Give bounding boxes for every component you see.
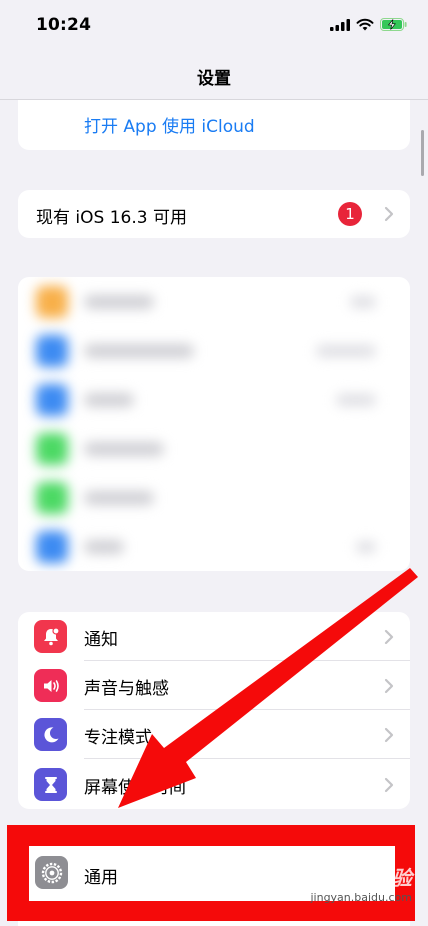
icloud-card: 打开 App 使用 iCloud bbox=[18, 100, 410, 150]
bell-icon bbox=[43, 626, 60, 645]
blurred-row bbox=[18, 424, 410, 473]
blurred-app-icon bbox=[36, 433, 68, 465]
blurred-app-icon bbox=[36, 482, 68, 514]
settings-row-label: 专注模式 bbox=[84, 728, 152, 748]
page-title: 设置 bbox=[197, 69, 231, 89]
settings-row-sounds-haptics[interactable]: 声音与触感 bbox=[18, 661, 410, 710]
notifications-icon-tile bbox=[34, 620, 67, 653]
open-app-icloud-link[interactable]: 打开 App 使用 iCloud bbox=[84, 112, 255, 137]
watermark-logo: Baidu经验 bbox=[307, 866, 412, 890]
software-update-label: 现有 iOS 16.3 可用 bbox=[36, 208, 187, 228]
status-bar: 10:24 bbox=[0, 0, 428, 54]
blurred-app-icon bbox=[36, 384, 68, 416]
chevron-right-icon bbox=[384, 678, 394, 693]
chevron-right-icon bbox=[384, 727, 394, 742]
blurred-app-icon bbox=[36, 335, 68, 367]
focus-icon-tile bbox=[34, 718, 67, 751]
blurred-app-icon bbox=[36, 531, 68, 563]
speaker-icon bbox=[43, 679, 59, 692]
settings-row-label: 声音与触感 bbox=[84, 679, 169, 699]
watermark-url: jingyan.baidu.com bbox=[310, 891, 412, 904]
chevron-right-icon bbox=[384, 777, 394, 792]
settings-row-screen-time[interactable]: 屏幕使用时间 bbox=[18, 760, 410, 809]
settings-row-focus[interactable]: 专注模式 bbox=[18, 710, 410, 759]
chevron-right-icon bbox=[384, 206, 394, 222]
blurred-app-icon bbox=[36, 286, 68, 318]
cellular-signal-icon bbox=[330, 18, 350, 31]
chevron-right-icon bbox=[384, 629, 394, 644]
sounds-icon-tile bbox=[34, 669, 67, 702]
gear-icon bbox=[41, 862, 62, 883]
settings-group: 通知 声音与触感 专注模式 屏幕使用时间 bbox=[18, 612, 410, 809]
scroll-indicator[interactable] bbox=[421, 130, 424, 176]
settings-row-notifications[interactable]: 通知 bbox=[18, 612, 410, 661]
update-badge: 1 bbox=[338, 202, 362, 226]
row-divider bbox=[84, 758, 410, 759]
settings-row-label: 通用 bbox=[84, 868, 118, 888]
settings-row-label: 通知 bbox=[84, 630, 118, 650]
hourglass-icon bbox=[44, 776, 57, 793]
moon-icon bbox=[43, 726, 58, 742]
general-icon-tile bbox=[35, 856, 68, 889]
blurred-row bbox=[18, 277, 410, 326]
blurred-row bbox=[18, 375, 410, 424]
status-icons bbox=[330, 18, 408, 31]
blurred-row bbox=[18, 522, 410, 571]
settings-row-label: 屏幕使用时间 bbox=[84, 778, 186, 798]
blurred-settings-group bbox=[18, 277, 410, 571]
blurred-row bbox=[18, 473, 410, 522]
battery-charging-icon bbox=[380, 18, 407, 31]
settings-row-partial[interactable] bbox=[18, 921, 410, 926]
wifi-icon bbox=[356, 18, 374, 31]
screen-time-icon-tile bbox=[34, 768, 67, 801]
blurred-row bbox=[18, 326, 410, 375]
status-time: 10:24 bbox=[36, 15, 92, 35]
baidu-watermark: Baidu经验 jingyan.baidu.com bbox=[308, 862, 412, 904]
software-update-row[interactable]: 现有 iOS 16.3 可用 1 bbox=[18, 190, 410, 238]
